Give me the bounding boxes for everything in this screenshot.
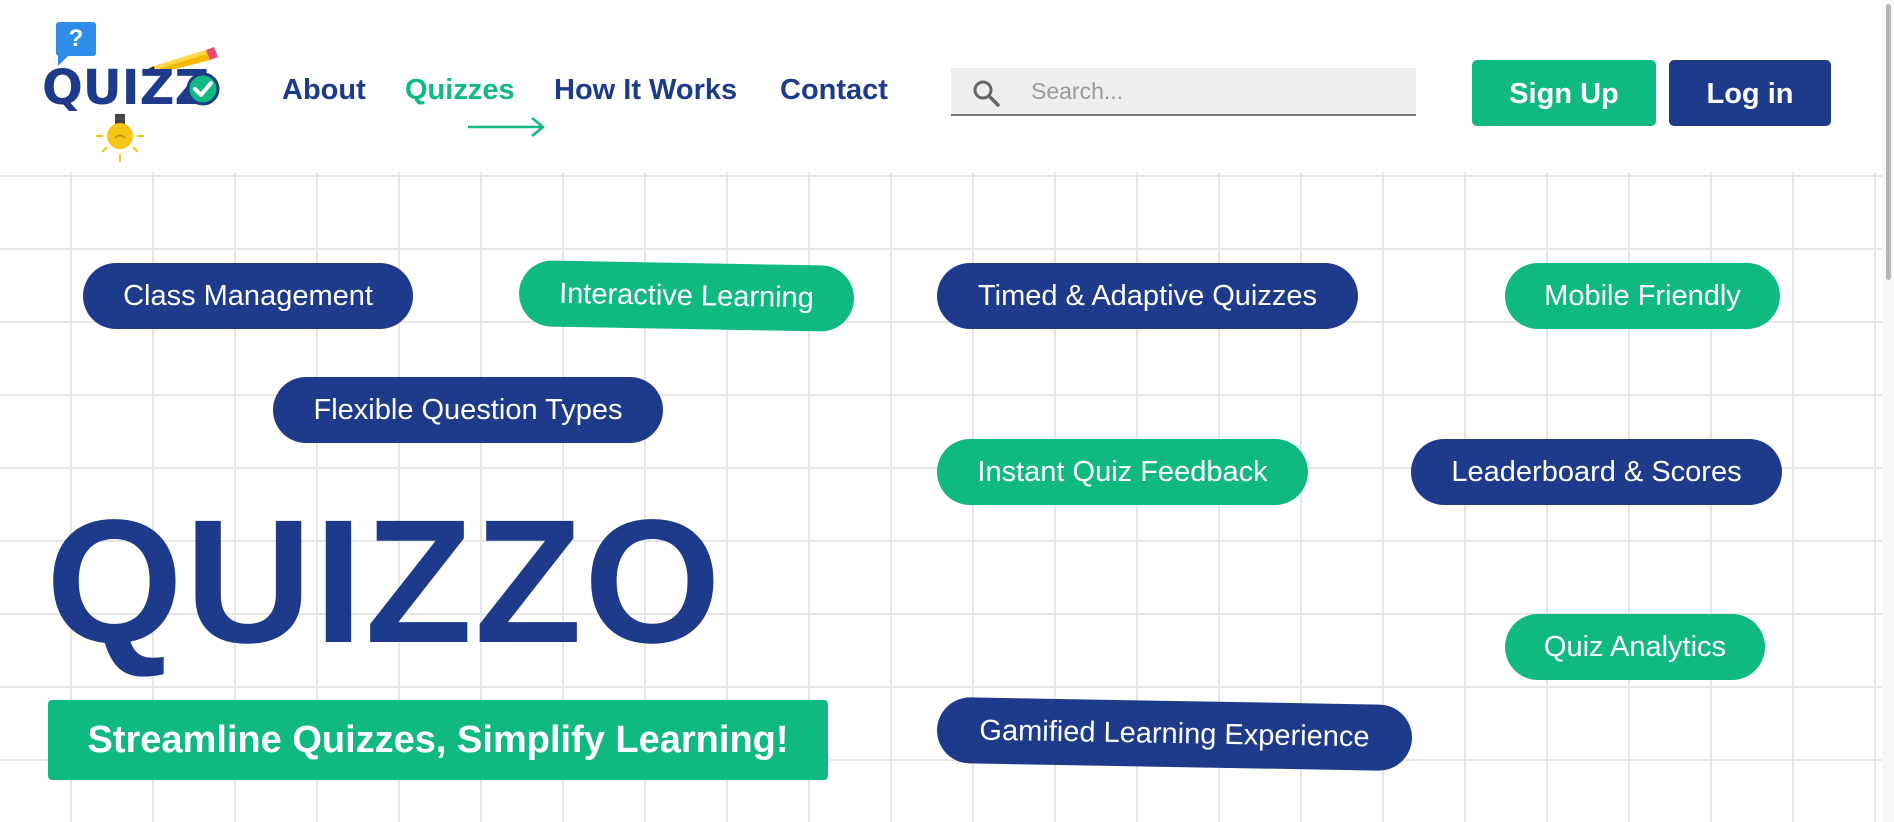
nav-about[interactable]: About — [282, 74, 366, 107]
feature-pill-quiz-analytics: Quiz Analytics — [1505, 614, 1765, 680]
log-in-button[interactable]: Log in — [1669, 60, 1831, 126]
hero-section: Class Management Interactive Learning Ti… — [0, 172, 1882, 822]
feature-pill-mobile-friendly: Mobile Friendly — [1505, 263, 1780, 329]
question-bubble-icon: ? — [56, 22, 96, 66]
feature-pill-flexible-question-types: Flexible Question Types — [273, 377, 663, 443]
lightbulb-icon — [96, 114, 144, 162]
feature-pill-instant-quiz-feedback: Instant Quiz Feedback — [937, 439, 1308, 505]
feature-pill-timed-adaptive-quizzes: Timed & Adaptive Quizzes — [937, 263, 1358, 329]
quizzo-landing-page: ? QUIZZ About Quizzes How It Works Conta… — [0, 0, 1894, 822]
feature-pill-interactive-learning: Interactive Learning — [518, 260, 855, 332]
nav-how-it-works[interactable]: How It Works — [554, 74, 737, 107]
nav-contact[interactable]: Contact — [780, 74, 888, 107]
quizzo-logo[interactable]: ? QUIZZ — [40, 20, 230, 162]
hero-tagline: Streamline Quizzes, Simplify Learning! — [48, 700, 828, 780]
hero-title: QUIZZO — [46, 484, 723, 680]
feature-pill-gamified-learning-experience: Gamified Learning Experience — [936, 696, 1413, 772]
feature-pill-leaderboard-scores: Leaderboard & Scores — [1411, 439, 1782, 505]
search-bar — [951, 68, 1416, 116]
scrollbar-thumb[interactable] — [1886, 4, 1891, 280]
active-nav-arrow-icon — [468, 117, 545, 137]
nav-quizzes[interactable]: Quizzes — [405, 74, 515, 107]
search-input[interactable] — [1031, 68, 1401, 114]
feature-pill-class-management: Class Management — [83, 263, 413, 329]
checkmark-circle-icon — [186, 72, 220, 106]
logo-wordmark: QUIZZ — [42, 60, 210, 116]
sign-up-button[interactable]: Sign Up — [1472, 60, 1656, 126]
vertical-scrollbar[interactable] — [1882, 0, 1894, 822]
search-icon[interactable] — [971, 78, 1001, 108]
site-header: ? QUIZZ About Quizzes How It Works Conta… — [0, 0, 1894, 172]
